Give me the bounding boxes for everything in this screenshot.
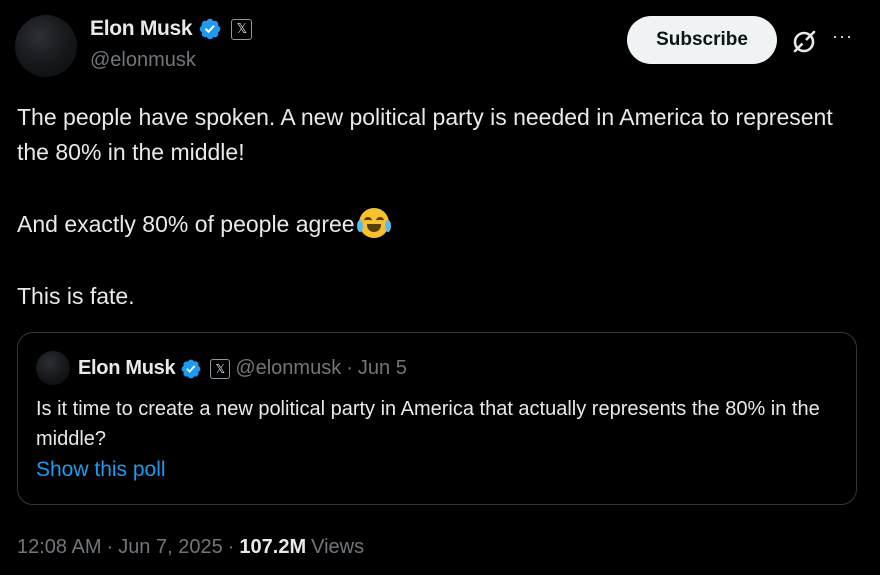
quoted-author-name[interactable]: Elon Musk <box>78 357 176 380</box>
quoted-tweet-card[interactable]: Elon Musk 𝕏 @elonmusk · Jun 5 Is it time… <box>17 332 857 505</box>
affiliate-x-badge-icon: 𝕏 <box>210 358 231 379</box>
more-options-icon[interactable]: ··· <box>832 26 853 47</box>
subscribe-button[interactable]: Subscribe <box>627 16 777 64</box>
quoted-tweet-text: Is it time to create a new political par… <box>36 398 820 450</box>
show-poll-link[interactable]: Show this poll <box>36 458 166 482</box>
author-avatar[interactable] <box>15 15 77 77</box>
author-handle[interactable]: @elonmusk <box>90 49 196 72</box>
quoted-tweet-header: Elon Musk 𝕏 @elonmusk · Jun 5 <box>78 357 407 380</box>
verified-badge-icon <box>200 18 221 40</box>
affiliate-x-badge-icon: 𝕏 <box>231 18 253 40</box>
separator-dot: · <box>106 536 114 558</box>
author-name-row: Elon Musk 𝕏 <box>90 17 253 41</box>
quoted-author-handle[interactable]: @elonmusk <box>235 357 341 380</box>
face-with-tears-of-joy-emoji-icon <box>356 208 391 238</box>
tweet-date[interactable]: Jun 7, 2025 <box>118 536 223 559</box>
grok-icon[interactable] <box>790 28 818 56</box>
tweet-text-span: And exactly 80% of people agree <box>17 211 355 237</box>
tweet-text-line: And exactly 80% of people agree <box>17 207 857 242</box>
views-label: Views <box>311 536 365 558</box>
quoted-author-avatar[interactable] <box>36 351 70 385</box>
tweet-time[interactable]: 12:08 AM <box>17 536 102 559</box>
separator-dot: · <box>227 536 235 558</box>
quoted-tweet-date[interactable]: Jun 5 <box>358 357 407 380</box>
tweet-body: The people have spoken. A new political … <box>17 100 857 314</box>
author-name[interactable]: Elon Musk <box>90 17 193 41</box>
separator-dot: · <box>346 357 353 379</box>
views-count: 107.2M <box>239 536 307 558</box>
verified-badge-icon <box>181 359 201 378</box>
tweet-meta: 12:08 AM · Jun 7, 2025 · 107.2M Views <box>17 536 364 559</box>
tweet-text-line: This is fate. <box>17 283 135 309</box>
tweet-text-line: The people have spoken. A new political … <box>17 104 833 165</box>
